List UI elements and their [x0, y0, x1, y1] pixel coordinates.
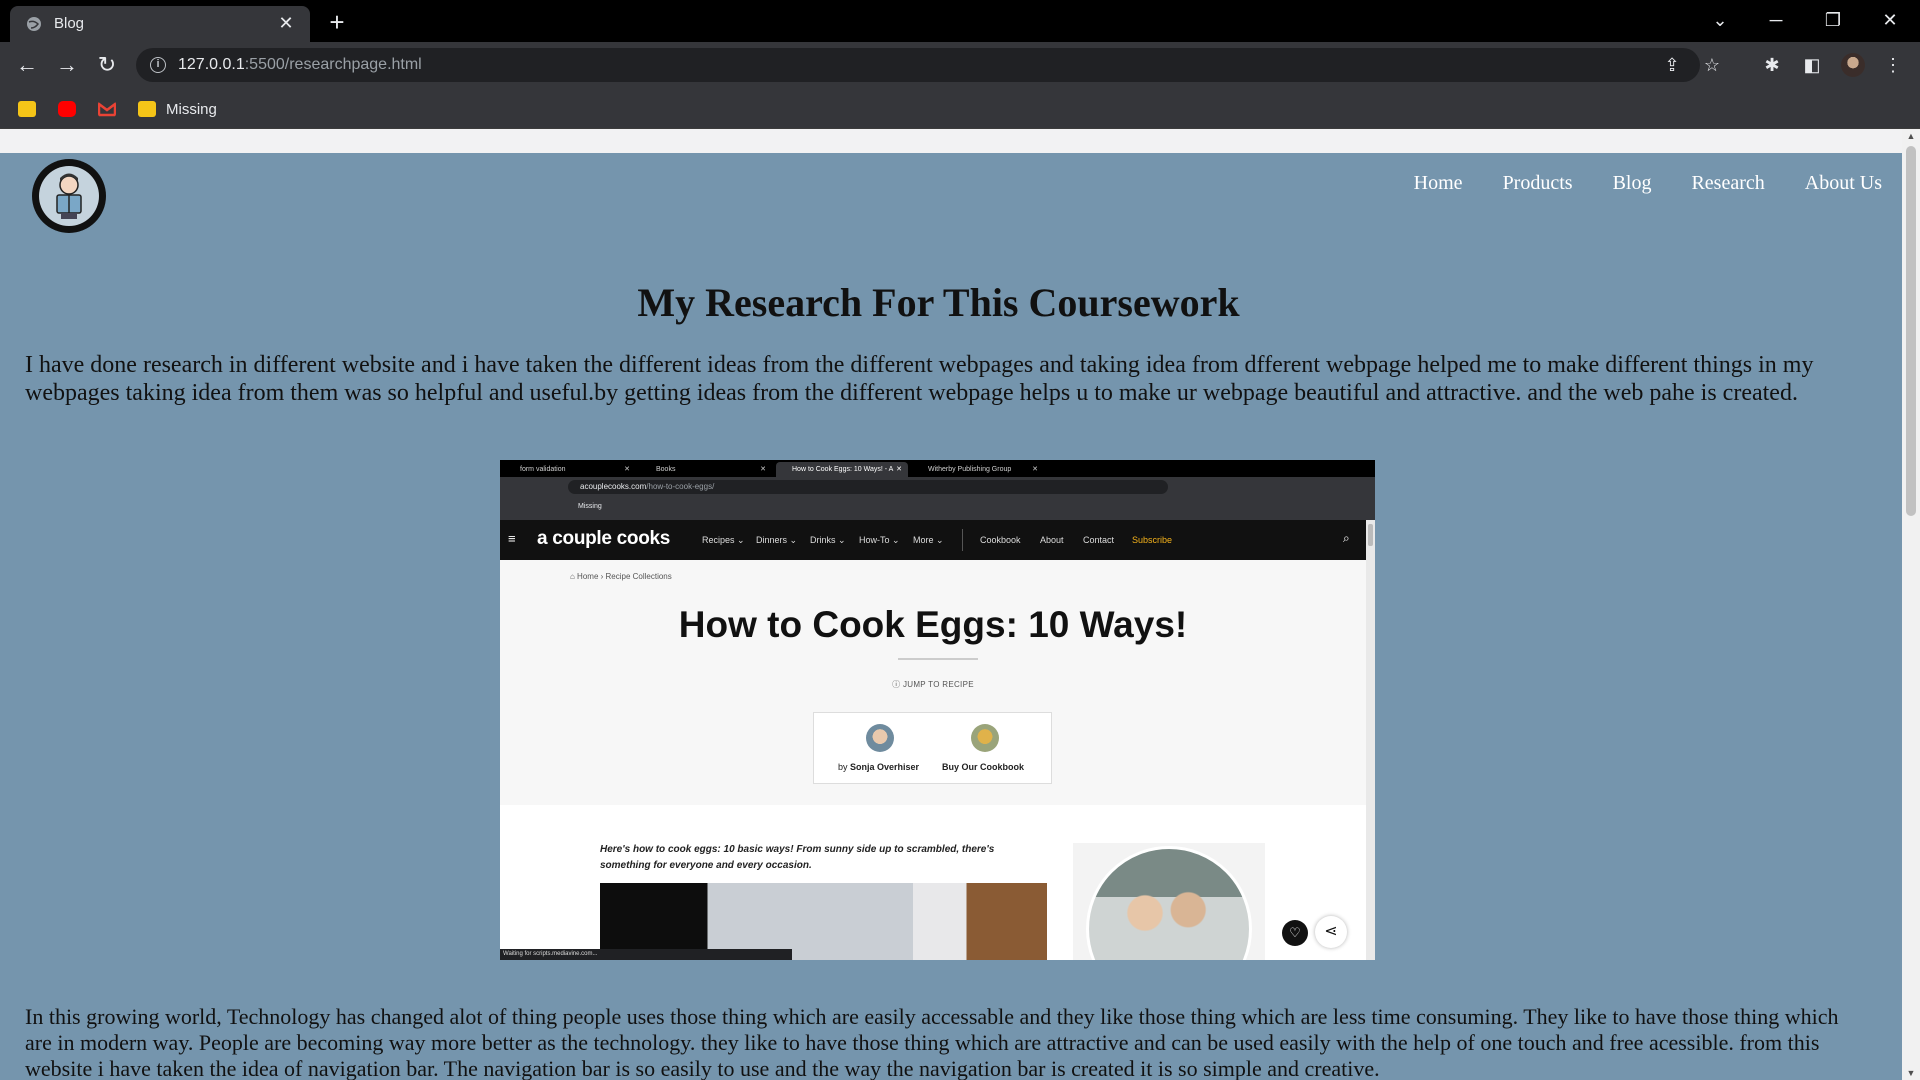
shot-headline: How to Cook Eggs: 10 Ways! — [678, 604, 1188, 645]
shot-menu-item: Recipes ⌄ — [702, 535, 745, 545]
shot-menu-item: Dinners ⌄ — [756, 535, 798, 545]
browser-tab-active[interactable]: Blog ✕ — [10, 6, 310, 42]
nav-home[interactable]: Home — [1414, 172, 1463, 195]
shot-address-bar: acouplecooks.com/how-to-cook-eggs/ — [568, 480, 1168, 494]
bookmark-youtube[interactable] — [58, 98, 86, 120]
shot-cookbook-label: Buy Our Cookbook — [942, 762, 1025, 772]
shot-bookmark-label: Missing — [578, 503, 602, 510]
forward-button[interactable]: → — [52, 50, 82, 80]
shot-separator — [962, 529, 963, 551]
gmail-icon — [98, 101, 116, 117]
shot-share-icon: ⋖ — [1315, 916, 1347, 948]
restore-button[interactable]: ❐ — [1813, 6, 1853, 34]
bookmark-star-icon[interactable]: ☆ — [1701, 54, 1723, 76]
nav-blog[interactable]: Blog — [1613, 172, 1652, 195]
shot-heart-icon: ♡ — [1282, 920, 1308, 946]
shot-breadcrumb: ⌂ Home › Recipe Collections — [570, 572, 672, 581]
nav-products[interactable]: Products — [1503, 172, 1573, 195]
page-title: My Research For This Coursework — [637, 280, 1240, 325]
shot-couple-photo — [1086, 846, 1252, 960]
scrollbar-thumb[interactable] — [1906, 146, 1916, 516]
research-screenshot-image: form validation ✕ Books ✕ How to Cook Eggs… — [500, 460, 1375, 960]
shot-tab: form validation ✕ — [520, 466, 630, 473]
youtube-icon — [58, 101, 76, 117]
folder-icon — [138, 101, 156, 117]
bookmark-label: Missing — [166, 100, 217, 118]
tab-search-icon[interactable]: ⌄ — [1700, 6, 1740, 34]
tab-title: Blog — [54, 15, 85, 32]
nav-about-us[interactable]: About Us — [1805, 172, 1882, 195]
bookmark-missing[interactable]: Missing — [138, 98, 217, 120]
extensions-icon[interactable]: ✱ — [1759, 52, 1785, 78]
shot-bio-panel — [1073, 843, 1265, 960]
shot-cookbook-avatar — [971, 724, 999, 752]
shot-site-header: ≡ a couple cooks Recipes ⌄ Dinners ⌄ Dri… — [500, 520, 1366, 560]
tab-close-icon[interactable]: ✕ — [274, 11, 298, 35]
shot-toolbar: acouplecooks.com/how-to-cook-eggs/ — [500, 477, 1375, 497]
site-logo[interactable] — [25, 157, 113, 235]
close-window-button[interactable]: ✕ — [1870, 6, 1910, 34]
shot-intro: Here's how to cook eggs: 10 basic ways! … — [600, 844, 995, 871]
shot-author-label: by Sonja Overhiser — [838, 762, 920, 772]
shot-tabstrip: form validation ✕ Books ✕ How to Cook Eggs… — [500, 460, 1375, 477]
shot-tab-active: How to Cook Eggs: 10 Ways! - A ✕ — [776, 462, 908, 477]
site-navbar: Home Products Blog Research About Us — [1374, 172, 1882, 195]
shot-author-avatar — [866, 724, 894, 752]
shot-menu-item: More ⌄ — [913, 535, 944, 545]
browser-toolbar: ← → ↻ i 127.0.0.1:5500/researchpage.html… — [0, 42, 1920, 88]
shot-author-card: by Sonja Overhiser Buy Our Cookbook — [813, 712, 1052, 784]
shot-divider — [898, 658, 978, 660]
shot-tab: Books ✕ — [656, 466, 766, 473]
shot-scrollbar — [1366, 520, 1375, 960]
shot-search-icon: ⌕ — [1343, 531, 1350, 545]
bookmark-gmail[interactable] — [98, 98, 126, 120]
bookmarks-bar: Missing — [0, 88, 1920, 129]
menu-kebab-icon[interactable]: ⋮ — [1880, 52, 1906, 78]
browser-tabstrip: Blog ✕ + ⌄ ─ ❐ ✕ — [0, 0, 1920, 42]
shot-menu-subscribe: Subscribe — [1132, 535, 1173, 545]
page-scrollbar[interactable]: ▲ ▼ — [1902, 129, 1920, 1080]
shot-menu-item: How-To ⌄ — [859, 535, 900, 545]
page-top-band — [0, 129, 1902, 153]
address-bar[interactable]: i 127.0.0.1:5500/researchpage.html ⇪ ☆ — [136, 48, 1720, 82]
shot-status-bar: Waiting for scripts.mediavine.com... — [500, 949, 792, 960]
scroll-down-icon[interactable]: ▼ — [1902, 1066, 1920, 1080]
shot-jump-to-recipe: ⓘ JUMP TO RECIPE — [892, 680, 974, 689]
shot-menu-item: Contact — [1083, 535, 1115, 545]
minimize-button[interactable]: ─ — [1756, 6, 1796, 34]
new-tab-button[interactable]: + — [322, 8, 352, 38]
reload-button[interactable]: ↻ — [92, 50, 122, 80]
page-viewport: Home Products Blog Research About Us My … — [0, 129, 1902, 1080]
share-icon[interactable]: ⇪ — [1661, 54, 1683, 76]
shot-menu-item: Drinks ⌄ — [810, 535, 846, 545]
side-panel-icon[interactable]: ◧ — [1799, 52, 1825, 78]
shot-menu-item: About — [1040, 535, 1064, 545]
profile-avatar[interactable] — [1841, 53, 1865, 77]
address-url: 127.0.0.1:5500/researchpage.html — [178, 56, 422, 73]
bookmark-classroom[interactable] — [18, 98, 46, 120]
shot-menu-item: Cookbook — [980, 535, 1021, 545]
shot-hamburger-icon: ≡ — [508, 531, 516, 546]
nav-research[interactable]: Research — [1691, 172, 1764, 195]
classroom-icon — [18, 101, 36, 117]
site-info-icon[interactable]: i — [150, 57, 166, 73]
back-button[interactable]: ← — [12, 50, 42, 80]
intro-paragraph: I have done research in different websit… — [25, 352, 1814, 406]
scroll-up-icon[interactable]: ▲ — [1902, 129, 1920, 143]
second-paragraph: In this growing world, Technology has ch… — [25, 1004, 1839, 1080]
shot-bookmarks: Missing — [500, 497, 1375, 520]
shot-brand: a couple cooks — [537, 528, 671, 549]
shot-tab: Witherby Publishing Group ✕ — [928, 466, 1038, 473]
globe-icon — [27, 17, 41, 31]
